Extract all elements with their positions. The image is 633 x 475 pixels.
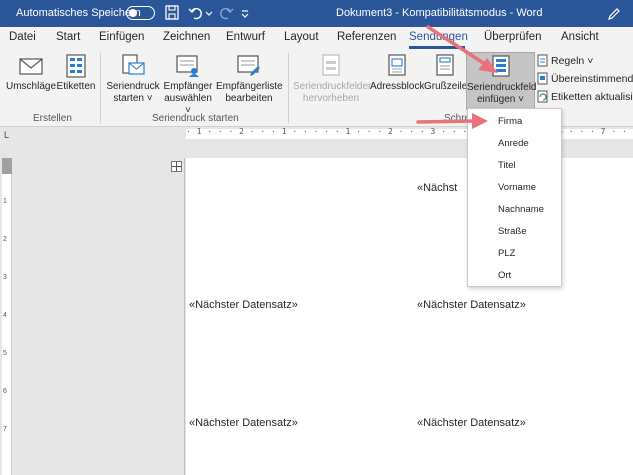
labels-icon: [66, 54, 86, 78]
table-move-handle[interactable]: [171, 161, 182, 172]
tab-zeichnen[interactable]: Zeichnen: [163, 31, 210, 43]
umschlaege-button[interactable]: Umschläge: [6, 54, 56, 93]
merge-field[interactable]: «Nächster Datensatz»: [417, 299, 526, 311]
hervorheben-line2: hervorheben: [302, 93, 360, 104]
pen-icon[interactable]: [606, 6, 622, 22]
tab-entwurf[interactable]: Entwurf: [226, 31, 265, 43]
tab-layout[interactable]: Layout: [284, 31, 319, 43]
empfaenger-line2: auswählen: [164, 93, 212, 104]
update-labels-icon: [537, 90, 548, 103]
merge-field-dropdown: Firma Anrede Titel Vorname Nachname Stra…: [467, 108, 562, 287]
dropdown-item-vorname[interactable]: Vorname: [498, 182, 536, 193]
group-separator: [100, 53, 101, 123]
tab-ansicht[interactable]: Ansicht: [561, 31, 599, 43]
envelope-icon: [19, 58, 43, 75]
etiketten-aktualisieren-button[interactable]: Etiketten aktualisieren: [537, 90, 633, 103]
toggle-knob: [129, 9, 137, 17]
greeting-line-icon: [436, 54, 454, 76]
customize-quick-access-icon[interactable]: [240, 4, 250, 22]
group-label-erstellen: Erstellen: [33, 113, 72, 124]
etiketten-label: Etiketten: [56, 81, 96, 92]
vruler-number: 4: [3, 312, 7, 319]
redo-icon[interactable]: [218, 4, 234, 22]
group-separator: [288, 53, 289, 123]
dropdown-item-anrede[interactable]: Anrede: [498, 138, 529, 149]
merge-field[interactable]: «Nächster Datensatz»: [189, 299, 298, 311]
move-icon: [172, 162, 181, 171]
dropdown-item-plz[interactable]: PLZ: [498, 248, 515, 259]
start-line2: starten: [113, 93, 144, 104]
address-block-icon: [388, 54, 406, 76]
adressblock-label: Adressblock: [370, 81, 425, 92]
vertical-ruler-margin: [2, 158, 12, 174]
einfuegen-line2: einfügen: [477, 94, 516, 105]
seriendruckfeld-einfuegen-button[interactable]: Seriendruckfeld einfügen ˅: [466, 52, 537, 110]
grusszeile-label: Grußzeile: [424, 81, 468, 92]
etiketten-button[interactable]: Etiketten: [55, 54, 97, 93]
page-margin-line: [184, 158, 185, 475]
merge-field[interactable]: «Nächster Datensatz»: [189, 417, 298, 429]
autosave-toggle[interactable]: [126, 6, 155, 20]
empfaenger-auswaehlen-button[interactable]: Empfänger auswählen ˅: [162, 54, 214, 117]
uebereinstimmende-felder-button[interactable]: Übereinstimmende: [537, 72, 633, 85]
empfaengerliste-bearbeiten-button[interactable]: Empfängerliste bearbeiten: [216, 54, 283, 105]
ribbon-tabs: Datei Start Einfügen Zeichnen Entwurf La…: [0, 27, 633, 49]
highlight-fields-icon: [322, 54, 340, 76]
tab-ueberpruefen[interactable]: Überprüfen: [484, 31, 542, 43]
rules-icon: [537, 54, 548, 67]
dropdown-item-firma[interactable]: Firma: [498, 116, 522, 127]
etiketten-aktualisieren-label: Etiketten aktualisieren: [551, 91, 633, 103]
einfuegen-line1: Seriendruckfeld: [467, 82, 537, 93]
dropdown-item-strasse[interactable]: Straße: [498, 226, 527, 237]
start-line1: Seriendruck: [106, 81, 160, 92]
hervorheben-line1: Seriendruckfelder: [293, 81, 372, 92]
seriendruckfelder-hervorheben-button[interactable]: Seriendruckfelder hervorheben: [293, 54, 372, 105]
group-label-seriendruck-starten: Seriendruck starten: [152, 113, 239, 124]
vruler-number: 3: [3, 274, 7, 281]
vruler-number: 1: [3, 198, 7, 205]
tab-selector[interactable]: L: [4, 130, 9, 140]
match-fields-icon: [537, 72, 548, 85]
regeln-label: Regeln: [551, 55, 585, 67]
tab-datei[interactable]: Datei: [9, 31, 36, 43]
grusszeile-button[interactable]: Grußzeile: [424, 54, 468, 93]
uebereinstimmende-label: Übereinstimmende: [551, 73, 633, 85]
start-mail-merge-icon: [122, 54, 145, 75]
tab-referenzen[interactable]: Referenzen: [337, 31, 396, 43]
vruler-number: 7: [3, 426, 7, 433]
vruler-number: 6: [3, 388, 7, 395]
liste-line2: bearbeiten: [225, 93, 273, 104]
tab-einfuegen[interactable]: Einfügen: [99, 31, 144, 43]
vruler-number: 2: [3, 236, 7, 243]
regeln-button[interactable]: Regeln ˅: [537, 54, 593, 67]
insert-merge-field-icon: [491, 55, 510, 77]
empfaenger-line1: Empfänger: [163, 81, 213, 92]
document-title: Dokument3 - Kompatibilitätsmodus - Word: [336, 7, 543, 19]
save-icon[interactable]: [164, 4, 180, 22]
seriendruck-starten-button[interactable]: Seriendruck starten ˅: [104, 54, 162, 105]
tab-sendungen[interactable]: Sendungen: [409, 31, 468, 43]
merge-field-partial[interactable]: «Nächst: [417, 182, 457, 194]
undo-dropdown-icon[interactable]: [205, 4, 213, 22]
dropdown-item-nachname[interactable]: Nachname: [498, 204, 544, 215]
vruler-number: 5: [3, 350, 7, 357]
undo-icon[interactable]: [188, 4, 204, 22]
tab-start[interactable]: Start: [56, 31, 80, 43]
select-recipients-icon: [176, 55, 199, 77]
dropdown-item-ort[interactable]: Ort: [498, 270, 511, 281]
liste-line1: Empfängerliste: [216, 81, 283, 92]
adressblock-button[interactable]: Adressblock: [370, 54, 424, 93]
title-bar: Automatisches Speichern Dokument3 - Komp…: [0, 0, 633, 27]
edit-recipient-list-icon: [237, 55, 260, 76]
umschlaege-label: Umschläge: [6, 81, 57, 92]
dropdown-item-titel[interactable]: Titel: [498, 160, 516, 171]
merge-field[interactable]: «Nächster Datensatz»: [417, 417, 526, 429]
autosave-label: Automatisches Speichern: [16, 7, 141, 19]
